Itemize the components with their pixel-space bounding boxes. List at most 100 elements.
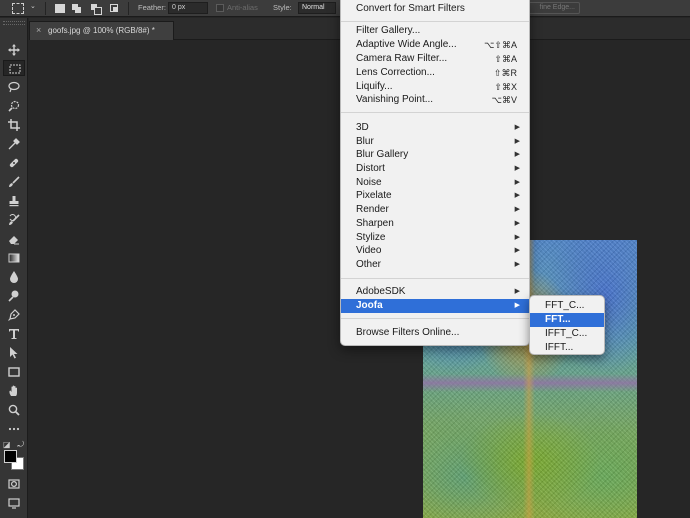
- dodge-icon[interactable]: [3, 288, 25, 304]
- subtract-from-selection-button[interactable]: [91, 4, 102, 15]
- menu-item-joofa[interactable]: Joofa ▶: [341, 299, 529, 313]
- menu-item-3d[interactable]: 3D ▶: [341, 121, 529, 135]
- eyedropper-icon[interactable]: [3, 136, 25, 152]
- menu-item-adaptive-wide-angle[interactable]: Adaptive Wide Angle... ⌥⇧⌘A: [341, 38, 529, 52]
- menu-item-label: Video: [356, 245, 382, 256]
- menu-item-label: Distort: [356, 163, 385, 174]
- document-tab[interactable]: × goofs.jpg @ 100% (RGB/8#) *: [29, 21, 174, 40]
- tool-preset-picker[interactable]: [12, 3, 24, 14]
- menu-item-convert-smart-filters[interactable]: Convert for Smart Filters: [341, 2, 529, 16]
- eraser-icon[interactable]: [3, 231, 25, 247]
- stamp-icon[interactable]: [3, 193, 25, 209]
- crop-icon[interactable]: [3, 117, 25, 133]
- menu-separator: [341, 112, 529, 113]
- move-icon[interactable]: [3, 42, 25, 58]
- menu-separator: [341, 318, 529, 319]
- menu-item-label: Convert for Smart Filters: [356, 3, 465, 14]
- lasso-icon[interactable]: [3, 79, 25, 95]
- submenu-item-ifft[interactable]: IFFT...: [530, 341, 604, 355]
- menu-item-sharpen[interactable]: Sharpen ▶: [341, 217, 529, 231]
- quick-mask-icon[interactable]: [3, 476, 25, 492]
- default-colors-icon[interactable]: ◪: [3, 440, 11, 449]
- submenu-arrow-icon: ▶: [514, 288, 520, 295]
- menu-item-label: Lens Correction...: [356, 67, 435, 78]
- menu-item-label: Vanishing Point...: [356, 94, 434, 105]
- options-divider: [45, 2, 46, 15]
- droplet-icon[interactable]: [3, 269, 25, 285]
- menu-item-stylize[interactable]: Stylize ▶: [341, 231, 529, 245]
- submenu-arrow-icon: ▶: [514, 192, 520, 199]
- menu-item-pixelate[interactable]: Pixelate ▶: [341, 189, 529, 203]
- menu-item-browse-filters-online[interactable]: Browse Filters Online...: [341, 326, 529, 340]
- foreground-color-swatch[interactable]: [4, 450, 17, 463]
- submenu-arrow-icon: ▶: [514, 179, 520, 186]
- menu-item-noise[interactable]: Noise ▶: [341, 176, 529, 190]
- style-select[interactable]: Normal: [298, 2, 336, 14]
- menu-shortcut: ⇧⌘A: [494, 54, 517, 64]
- menu-item-label: AdobeSDK: [356, 286, 406, 297]
- brush-icon[interactable]: [3, 174, 25, 190]
- submenu-arrow-icon: ▶: [514, 124, 520, 131]
- rectangular-marquee-icon[interactable]: [3, 60, 25, 76]
- panel-grip[interactable]: [3, 21, 25, 25]
- menu-item-label: Joofa: [356, 300, 383, 311]
- menu-item-render[interactable]: Render ▶: [341, 203, 529, 217]
- gradient-icon[interactable]: [3, 250, 25, 266]
- document-tab-title: goofs.jpg @ 100% (RGB/8#) *: [48, 26, 155, 35]
- menu-item-camera-raw-filter[interactable]: Camera Raw Filter... ⇧⌘A: [341, 52, 529, 66]
- quick-selection-icon[interactable]: [3, 98, 25, 114]
- type-icon[interactable]: [3, 326, 25, 342]
- menu-item-filter-gallery[interactable]: Filter Gallery...: [341, 24, 529, 38]
- ellipsis-icon[interactable]: [3, 421, 25, 437]
- bandage-icon[interactable]: [3, 155, 25, 171]
- color-swatches: ◪ ⤾: [3, 440, 25, 472]
- filter-menu: Convert for Smart Filters Filter Gallery…: [340, 0, 530, 346]
- menu-separator: [341, 21, 529, 22]
- menu-item-label: Liquify...: [356, 81, 393, 92]
- submenu-arrow-icon: ▶: [514, 247, 520, 254]
- menu-item-label: Render: [356, 204, 389, 215]
- intersect-selection-button[interactable]: [110, 4, 120, 13]
- screen-mode-icon[interactable]: [3, 495, 25, 511]
- menu-item-liquify[interactable]: Liquify... ⇧⌘X: [341, 80, 529, 94]
- menu-item-distort[interactable]: Distort ▶: [341, 162, 529, 176]
- antialias-checkbox[interactable]: [216, 4, 224, 12]
- feather-input[interactable]: 0 px: [168, 2, 208, 14]
- refine-edge-button[interactable]: fine Edge...: [525, 2, 580, 14]
- menu-item-label: Pixelate: [356, 190, 392, 201]
- submenu-item-ifft-c[interactable]: IFFT_C...: [530, 327, 604, 341]
- chevron-down-icon[interactable]: ⌄: [30, 2, 36, 10]
- menu-item-lens-correction[interactable]: Lens Correction... ⇧⌘R: [341, 66, 529, 80]
- submenu-item-label: IFFT...: [545, 342, 574, 353]
- feather-label: Feather:: [138, 3, 166, 12]
- menu-item-label: Filter Gallery...: [356, 25, 421, 36]
- style-label: Style:: [273, 3, 292, 12]
- submenu-item-fft-c[interactable]: FFT_C...: [530, 299, 604, 313]
- close-icon[interactable]: ×: [36, 22, 41, 39]
- arrow-icon[interactable]: [3, 345, 25, 361]
- hand-icon[interactable]: [3, 383, 25, 399]
- swap-colors-icon[interactable]: ⤾: [17, 440, 24, 450]
- submenu-arrow-icon: ▶: [514, 302, 520, 309]
- menu-item-other[interactable]: Other ▶: [341, 258, 529, 272]
- zoom-icon[interactable]: [3, 402, 25, 418]
- submenu-arrow-icon: ▶: [514, 261, 520, 268]
- add-to-selection-button[interactable]: [72, 4, 82, 13]
- menu-item-adobesdk[interactable]: AdobeSDK ▶: [341, 285, 529, 299]
- pen-icon[interactable]: [3, 307, 25, 323]
- menu-separator: [341, 278, 529, 279]
- menu-item-blur-gallery[interactable]: Blur Gallery ▶: [341, 148, 529, 162]
- submenu-arrow-icon: ▶: [514, 138, 520, 145]
- menu-item-label: 3D: [356, 122, 369, 133]
- new-selection-button[interactable]: [55, 4, 65, 13]
- submenu-item-fft[interactable]: FFT...: [530, 313, 604, 327]
- menu-item-vanishing-point[interactable]: Vanishing Point... ⌥⌘V: [341, 93, 529, 107]
- menu-item-video[interactable]: Video ▶: [341, 244, 529, 258]
- menu-item-label: Noise: [356, 177, 382, 188]
- menu-item-label: Browse Filters Online...: [356, 327, 460, 338]
- submenu-arrow-icon: ▶: [514, 151, 520, 158]
- history-brush-icon[interactable]: [3, 212, 25, 228]
- menu-shortcut: ⌥⇧⌘A: [484, 40, 517, 50]
- menu-item-blur[interactable]: Blur ▶: [341, 135, 529, 149]
- rectangle-icon[interactable]: [3, 364, 25, 380]
